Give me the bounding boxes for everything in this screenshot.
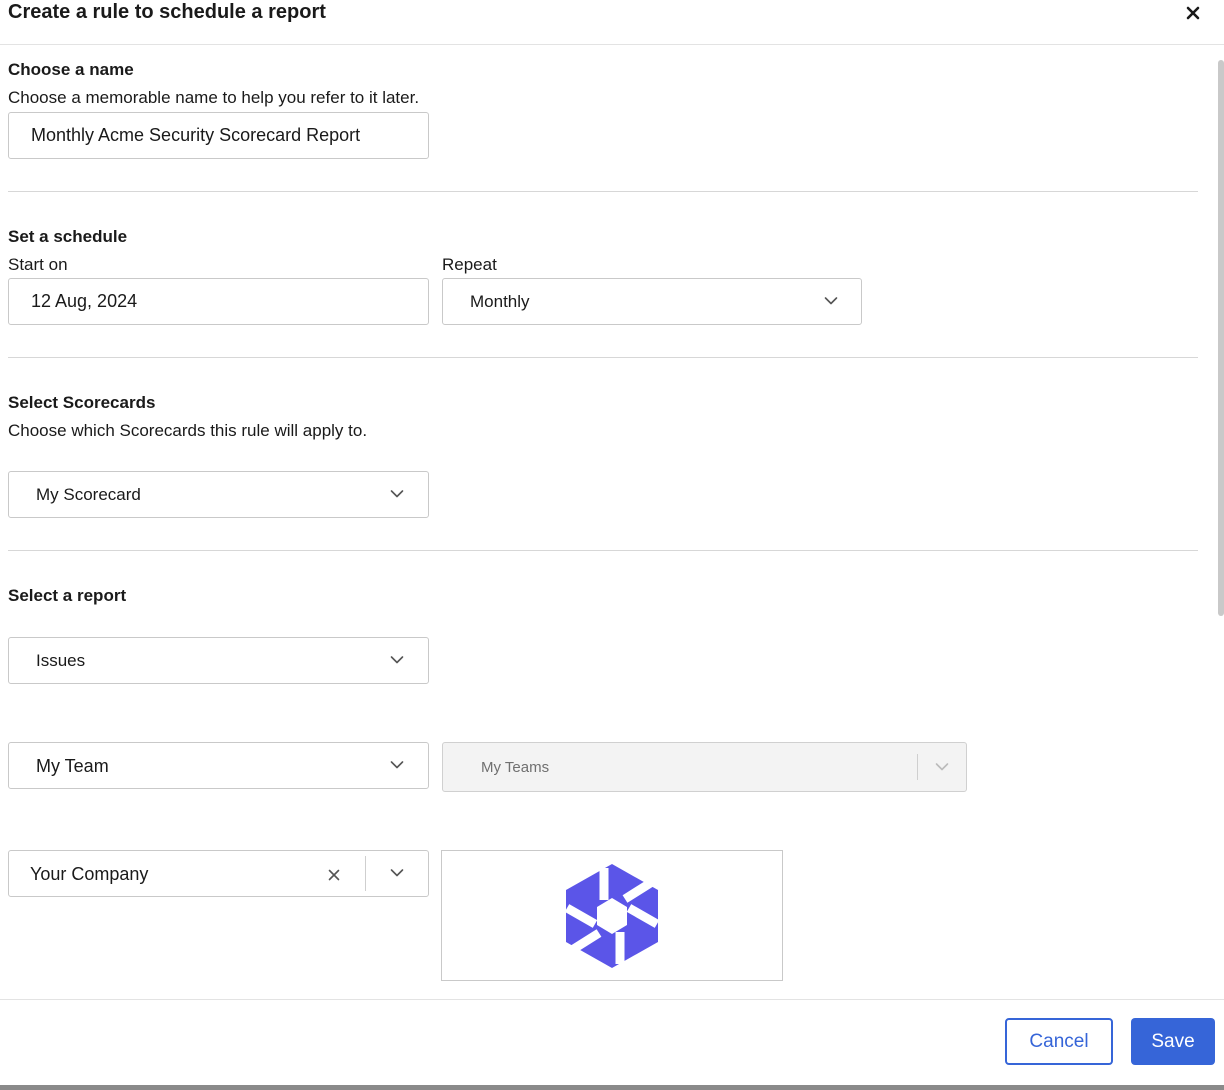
scorecard-select-value: My Scorecard <box>36 485 141 504</box>
rule-name-input[interactable]: Monthly Acme Security Scorecard Report <box>8 112 429 159</box>
close-button[interactable] <box>1180 0 1206 26</box>
close-icon <box>1186 6 1200 20</box>
scorecards-section-description: Choose which Scorecards this rule will a… <box>8 421 368 440</box>
company-logo-preview <box>441 850 783 981</box>
chevron-down-icon <box>390 869 404 877</box>
divider <box>8 550 1198 551</box>
window-bottom-edge <box>0 1085 1224 1090</box>
chevron-down-icon <box>935 763 949 771</box>
name-section-title: Choose a name <box>8 60 134 79</box>
teams-select[interactable]: My Teams <box>442 742 967 792</box>
report-type-select[interactable]: Issues <box>8 637 429 684</box>
divider <box>8 357 1198 358</box>
modal-title: Create a rule to schedule a report <box>8 1 326 23</box>
company-select-value: Your Company <box>30 864 149 884</box>
repeat-select-value: Monthly <box>470 292 530 311</box>
clear-icon[interactable] <box>328 869 340 881</box>
chevron-down-icon <box>390 490 404 498</box>
report-section-title: Select a report <box>8 586 127 605</box>
start-on-label: Start on <box>8 255 68 274</box>
modal-header: Create a rule to schedule a report <box>0 0 1224 45</box>
repeat-label: Repeat <box>442 255 497 274</box>
repeat-select[interactable]: Monthly <box>442 278 862 325</box>
scorecard-select[interactable]: My Scorecard <box>8 471 429 518</box>
team-type-select[interactable]: My Team <box>8 742 429 789</box>
report-type-value: Issues <box>36 651 86 670</box>
teams-select-placeholder: My Teams <box>481 759 550 776</box>
chevron-down-icon <box>390 761 404 769</box>
name-section-description: Choose a memorable name to help you refe… <box>8 88 420 107</box>
scrollbar[interactable] <box>1218 60 1224 616</box>
start-date-input[interactable]: 12 Aug, 2024 <box>8 278 429 325</box>
divider <box>8 191 1198 192</box>
schedule-section-title: Set a schedule <box>8 227 128 246</box>
chevron-down-icon <box>390 656 404 664</box>
team-type-value: My Team <box>36 756 109 776</box>
separator <box>917 754 918 780</box>
save-button[interactable]: Save <box>1131 1018 1215 1065</box>
scorecards-section-title: Select Scorecards <box>8 393 156 412</box>
rule-name-value: Monthly Acme Security Scorecard Report <box>31 125 361 145</box>
start-date-value: 12 Aug, 2024 <box>31 291 138 311</box>
company-select[interactable]: Your Company <box>8 850 429 897</box>
company-logo <box>564 863 660 968</box>
chevron-down-icon <box>824 297 838 305</box>
cancel-button[interactable]: Cancel <box>1005 1018 1113 1065</box>
separator <box>365 856 366 891</box>
